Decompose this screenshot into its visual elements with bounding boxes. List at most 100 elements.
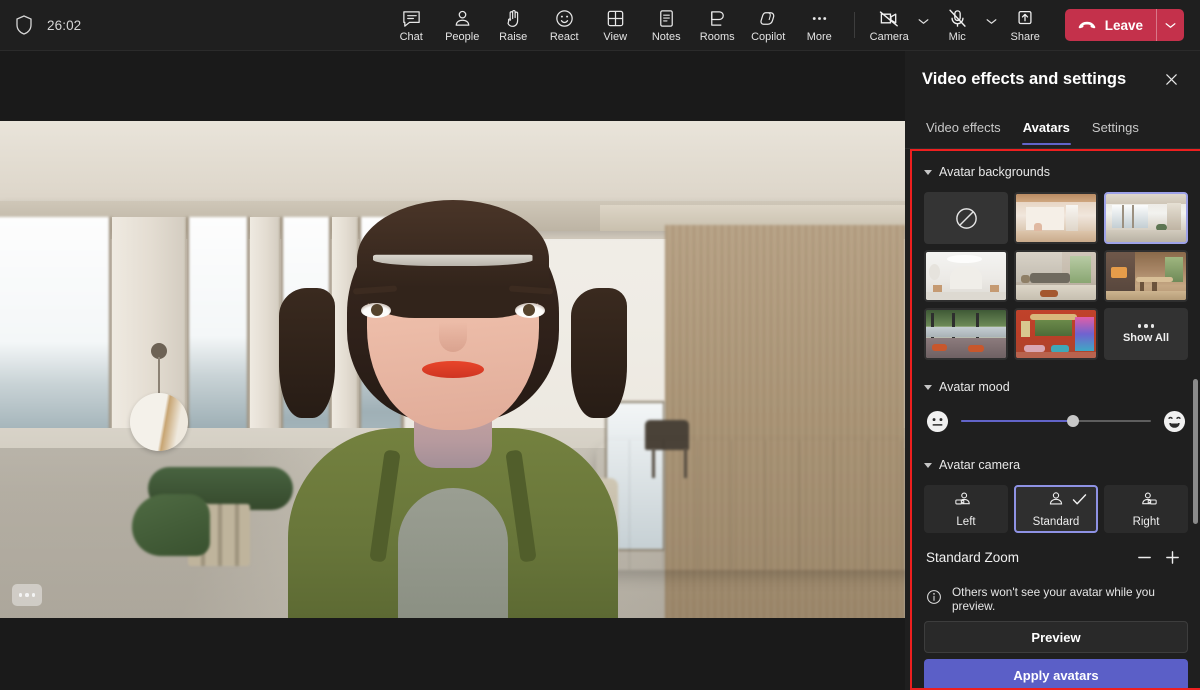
neutral-face-icon [926,410,949,433]
scene-pendant-cord [158,357,160,395]
panel-scroll-area: Avatar backgrounds [912,151,1200,688]
video-overflow-button[interactable] [12,584,42,606]
avatar-mood-control [924,400,1188,442]
background-thumb-warm-loft-room[interactable] [1014,192,1098,244]
toolbar-button-camera[interactable]: Camera [864,2,915,49]
background-thumb-none[interactable] [924,192,1008,244]
tab-avatars[interactable]: Avatars [1012,107,1081,148]
leave-options-caret[interactable] [1157,9,1184,41]
camera-control-group: Camera [864,2,932,49]
preview-button[interactable]: Preview [924,621,1188,653]
avatar-iris-left [371,304,383,316]
avatar-zoom-control: Standard Zoom [924,537,1188,577]
background-thumb-show-all[interactable]: Show All [1104,308,1188,360]
camera-right-icon [1134,491,1158,513]
leave-control-group: Leave [1065,9,1184,41]
camera-option-right[interactable]: Right [1104,485,1188,533]
zoom-increase-button[interactable] [1158,543,1186,571]
toolbar-button-view[interactable]: View [590,2,641,49]
panel-scrollbar[interactable] [1193,379,1198,524]
camera-option-label: Left [956,516,975,528]
avatar-lips [422,361,484,378]
avatar-shirt [398,488,508,618]
slider-thumb[interactable] [1067,415,1079,427]
meeting-stage [0,51,905,690]
panel-header: Video effects and settings [905,51,1200,107]
toolbar-button-more[interactable]: More [794,2,845,49]
panel-content-highlighted: Avatar backgrounds [910,149,1200,690]
panel-title: Video effects and settings [922,70,1156,89]
toolbar-button-people[interactable]: People [437,2,488,49]
view-grid-icon [605,8,626,29]
background-thumb-red-colorful-patio[interactable] [1014,308,1098,360]
meeting-toolbar: 26:02 Chat People Raise [0,0,1200,51]
mic-control-group: Mic [932,2,1000,49]
camera-option-standard[interactable]: Standard [1014,485,1098,533]
preview-info-row: Others won't see your avatar while you p… [924,577,1188,619]
camera-standard-icon [1044,491,1068,513]
scene-pendant-disc [130,393,188,451]
toolbar-label: Notes [652,31,681,43]
panel-tabs: Video effects Avatars Settings [905,107,1200,149]
avatar [273,148,633,618]
camera-off-icon [878,8,901,29]
more-ellipsis-icon [1138,324,1155,328]
background-thumb-cozy-living-room[interactable] [1014,250,1098,302]
toolbar-button-notes[interactable]: Notes [641,2,692,49]
background-thumb-ocean-view-lounge[interactable] [1104,192,1188,244]
toolbar-button-raise[interactable]: Raise [488,2,539,49]
toolbar-label: Share [1011,31,1040,43]
raise-hand-icon [503,8,524,29]
mic-options-caret[interactable] [983,2,1000,49]
chevron-down-icon [924,385,932,390]
leave-button[interactable]: Leave [1065,9,1156,41]
toolbar-label: Mic [949,31,966,43]
toolbar-button-share[interactable]: Share [1000,2,1051,49]
background-thumb-wood-dining-room[interactable] [1104,250,1188,302]
toolbar-label: People [445,31,479,43]
preview-info-text: Others won't see your avatar while you p… [952,585,1186,613]
happy-face-icon [1163,410,1186,433]
minus-icon [1136,549,1153,566]
zoom-decrease-button[interactable] [1130,543,1158,571]
tab-settings[interactable]: Settings [1081,107,1150,148]
toolbar-button-chat[interactable]: Chat [386,2,437,49]
camera-option-left[interactable]: Left [924,485,1008,533]
teams-meeting-window: 26:02 Chat People Raise [0,0,1200,690]
avatar-iris-right [523,304,535,316]
toolbar-label: View [603,31,627,43]
background-thumb-white-gallery-hall[interactable] [924,250,1008,302]
background-thumb-garden-terrace[interactable] [924,308,1008,360]
close-icon[interactable] [1156,64,1186,94]
slider-fill [961,420,1073,422]
toolbar-button-rooms[interactable]: Rooms [692,2,743,49]
toolbar-button-react[interactable]: React [539,2,590,49]
avatar-video-preview[interactable] [0,121,905,618]
tab-video-effects[interactable]: Video effects [915,107,1012,148]
hangup-icon [1077,18,1097,33]
toolbar-controls: Chat People Raise React [386,2,1200,49]
avatar-mood-slider[interactable] [961,411,1151,431]
avatar-camera-options: Left Standard [924,485,1188,533]
camera-options-caret[interactable] [915,2,932,49]
toolbar-button-copilot[interactable]: Copilot [743,2,794,49]
more-ellipsis-icon [809,8,830,29]
chevron-down-icon [924,463,932,468]
toolbar-label: Camera [870,31,909,43]
section-avatar-camera-header[interactable]: Avatar camera [924,452,1188,478]
avatar-hair-curl-right [571,288,627,418]
checkmark-icon [1072,493,1087,511]
toolbar-label: Rooms [700,31,735,43]
leave-label: Leave [1105,18,1143,33]
section-avatar-backgrounds-header[interactable]: Avatar backgrounds [924,159,1188,185]
react-smiley-icon [554,8,575,29]
toolbar-button-mic[interactable]: Mic [932,2,983,49]
notes-icon [656,8,677,29]
show-all-label: Show All [1123,332,1169,344]
scene-green-chair-seat [132,494,210,556]
section-avatar-mood-header[interactable]: Avatar mood [924,374,1188,400]
section-label: Avatar backgrounds [939,165,1050,179]
apply-avatars-button[interactable]: Apply avatars [924,659,1188,688]
toolbar-label: Copilot [751,31,785,43]
meeting-timer: 26:02 [47,18,81,33]
